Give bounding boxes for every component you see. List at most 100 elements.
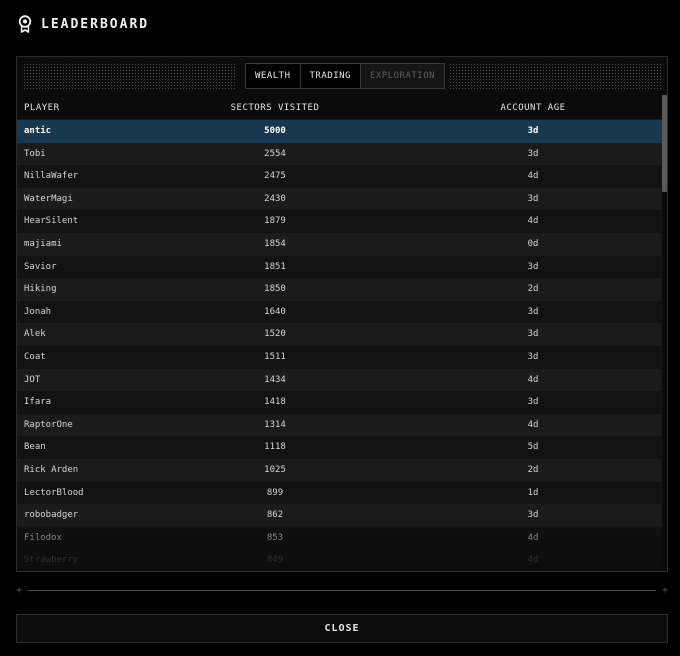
column-header-sectors-visited[interactable]: SECTORS VISITED [231, 103, 320, 113]
player-name: Rick Arden [24, 464, 79, 475]
account-age-value: 0d [527, 238, 539, 249]
player-name: Jonah [24, 306, 52, 317]
table-row[interactable]: WaterMagi 2430 3d [17, 187, 662, 211]
plus-icon: + [661, 585, 668, 596]
sectors-visited-value: 2430 [264, 193, 286, 204]
player-name: NillaWafer [24, 171, 79, 182]
account-age-value: 2d [527, 284, 539, 295]
account-age-value: 3d [527, 193, 539, 204]
column-header-player[interactable]: PLAYER [24, 103, 60, 113]
sectors-visited-value: 1850 [264, 284, 286, 295]
tab-group: WEALTH TRADING EXPLORATION [245, 63, 446, 89]
sectors-visited-value: 5000 [264, 126, 286, 136]
table-row[interactable]: Rick Arden 1025 2d [17, 458, 662, 482]
account-age-value: 3d [527, 510, 539, 521]
sectors-visited-value: 1118 [264, 442, 286, 453]
table-row[interactable]: Strawberry 849 4d [17, 549, 662, 571]
column-header-account-age[interactable]: ACCOUNT AGE [500, 103, 565, 113]
table-row[interactable]: majiami 1854 0d [17, 232, 662, 256]
sectors-visited-value: 1418 [264, 397, 286, 408]
sectors-visited-value: 1511 [264, 351, 286, 362]
sectors-visited-value: 1879 [264, 216, 286, 227]
divider: + + [16, 585, 668, 597]
tab-wealth[interactable]: WEALTH [246, 64, 301, 88]
tab-exploration[interactable]: EXPLORATION [360, 64, 445, 88]
player-name: Strawberry [24, 555, 79, 566]
table-row[interactable]: robobadger 862 3d [17, 504, 662, 527]
sectors-visited-value: 1314 [264, 419, 286, 430]
player-name: Tobi [24, 148, 46, 159]
player-name: LectorBlood [24, 487, 84, 498]
player-name: Filodox [24, 532, 62, 543]
table-row[interactable]: Filodox 853 4d [17, 526, 662, 550]
header: LEADERBOARD [18, 12, 149, 36]
account-age-value: 3d [527, 306, 539, 317]
table-row[interactable]: Bean 1118 5d [17, 436, 662, 459]
table-row[interactable]: Coat 1511 3d [17, 345, 662, 369]
player-name: WaterMagi [24, 193, 73, 204]
sectors-visited-value: 2475 [264, 171, 286, 182]
sectors-visited-value: 1851 [264, 261, 286, 272]
table-row[interactable]: Ifara 1418 3d [17, 391, 662, 414]
account-age-value: 4d [527, 374, 539, 385]
close-button[interactable]: CLOSE [16, 614, 668, 643]
sectors-visited-value: 2554 [264, 148, 286, 159]
player-name: antic [24, 126, 52, 136]
tab-bar: WEALTH TRADING EXPLORATION [17, 57, 667, 95]
sectors-visited-value: 1520 [264, 329, 286, 340]
scrollbar-thumb[interactable] [662, 95, 667, 192]
sectors-visited-value: 1640 [264, 306, 286, 317]
sectors-visited-value: 862 [266, 510, 284, 521]
table-row-selected[interactable]: antic 5000 3d [17, 120, 662, 143]
account-age-value: 1d [527, 487, 539, 498]
scrollbar[interactable] [662, 95, 667, 571]
account-age-value: 3d [527, 126, 539, 136]
player-name: HearSilent [24, 216, 79, 227]
table-row[interactable]: HearSilent 1879 4d [17, 210, 662, 233]
divider-line [28, 590, 656, 591]
player-name: Bean [24, 442, 46, 453]
table-row[interactable]: Jonah 1640 3d [17, 300, 662, 324]
account-age-value: 3d [527, 351, 539, 362]
plus-icon: + [16, 585, 23, 596]
sectors-visited-value: 899 [266, 487, 284, 498]
table-header: PLAYER SECTORS VISITED ACCOUNT AGE [17, 95, 662, 120]
account-age-value: 3d [527, 329, 539, 340]
account-age-value: 4d [527, 555, 539, 566]
table-row[interactable]: Savior 1851 3d [17, 255, 662, 279]
account-age-value: 4d [527, 419, 539, 430]
account-age-value: 4d [527, 216, 539, 227]
table-row[interactable]: Alek 1520 3d [17, 323, 662, 346]
player-name: RaptorOne [24, 419, 73, 430]
account-age-value: 3d [527, 261, 539, 272]
player-name: Savior [24, 261, 57, 272]
sectors-visited-value: 1854 [264, 238, 286, 249]
page-title: LEADERBOARD [41, 16, 150, 32]
decorative-dot-grid [449, 63, 661, 89]
leaderboard-panel: WEALTH TRADING EXPLORATION PLAYER SECTORS … [16, 56, 668, 572]
player-name: Coat [24, 351, 46, 362]
player-name: majiami [24, 238, 62, 249]
account-age-value: 5d [527, 442, 539, 453]
sectors-visited-value: 849 [266, 555, 284, 566]
table-row[interactable]: Tobi 2554 3d [17, 142, 662, 166]
table-row[interactable]: LectorBlood 899 1d [17, 481, 662, 505]
sectors-visited-value: 1434 [264, 374, 286, 385]
player-name: Hiking [24, 284, 57, 295]
sectors-visited-value: 1025 [264, 464, 286, 475]
player-name: JOT [24, 374, 41, 385]
decorative-dot-grid [23, 63, 235, 89]
table-row[interactable]: JOT 1434 4d [17, 368, 662, 392]
tab-trading[interactable]: TRADING [301, 64, 361, 88]
player-name: Ifara [24, 397, 52, 408]
player-name: robobadger [24, 510, 79, 521]
leaderboard-list[interactable]: antic 5000 3d Tobi 2554 3d NillaWafer 2475 4d Wat… [17, 120, 662, 571]
table-row[interactable]: RaptorOne 1314 4d [17, 413, 662, 437]
table-row[interactable]: Hiking 1850 2d [17, 278, 662, 301]
table-row[interactable]: NillaWafer 2475 4d [17, 165, 662, 188]
account-age-value: 2d [527, 464, 539, 475]
account-age-value: 4d [527, 171, 539, 182]
sectors-visited-value: 853 [266, 532, 284, 543]
account-age-value: 3d [527, 148, 539, 159]
account-age-value: 3d [527, 397, 539, 408]
